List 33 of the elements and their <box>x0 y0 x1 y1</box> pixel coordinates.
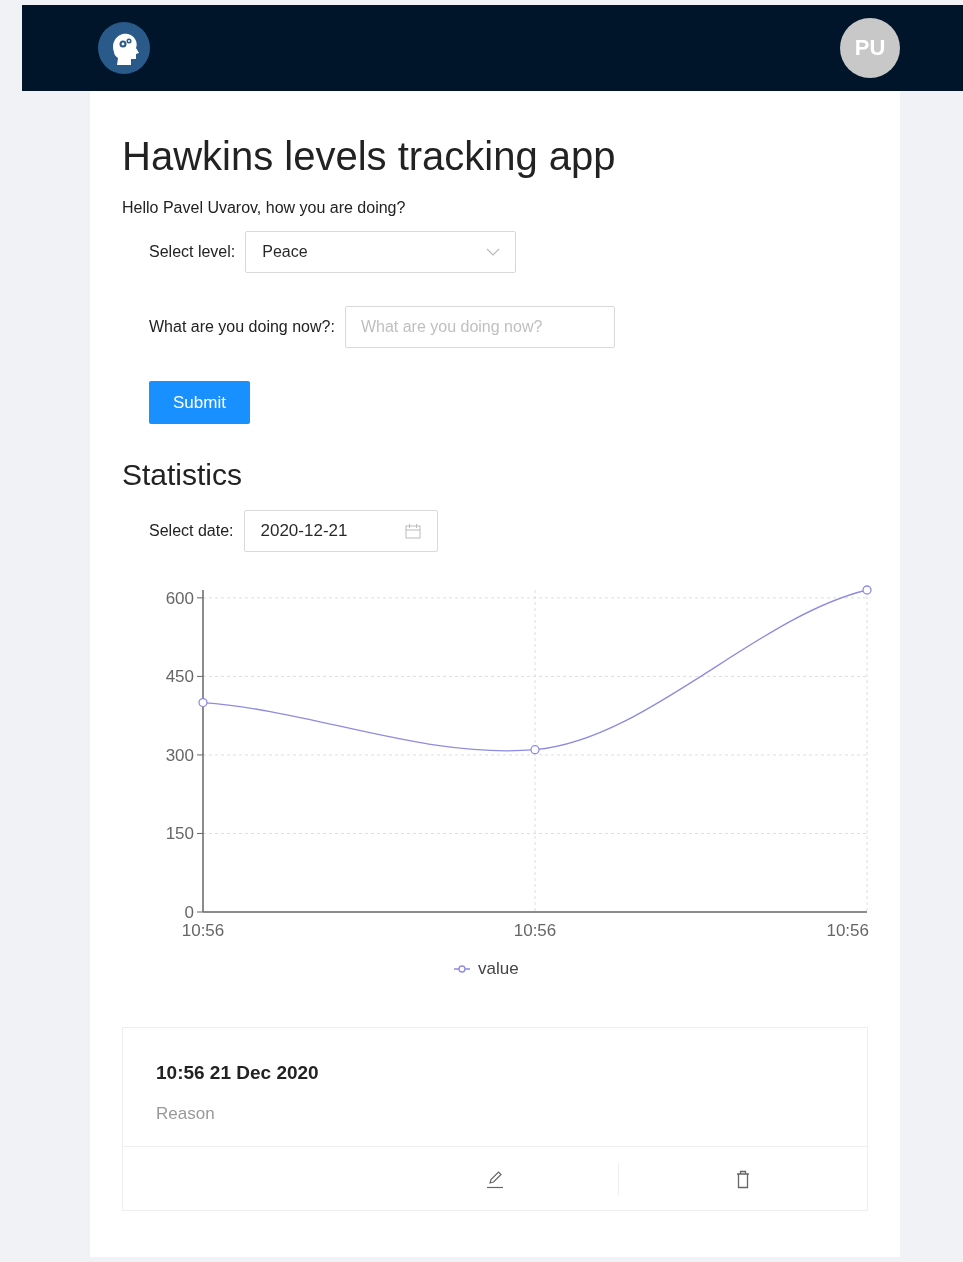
section-heading: Statistics <box>122 458 244 492</box>
x-tick-label: 10:56 <box>181 921 225 940</box>
field-label: What are you doing now?: <box>149 318 335 336</box>
y-tick-label: 150 <box>165 824 204 844</box>
data-point <box>530 745 540 755</box>
level-select[interactable]: Peace <box>245 231 517 273</box>
activity-input[interactable]: What are you doing now? <box>344 306 615 348</box>
legend-label: value <box>478 959 519 978</box>
y-tick-label: 450 <box>165 667 204 687</box>
data-point <box>198 697 208 708</box>
head-gears-icon[interactable] <box>98 22 150 74</box>
y-tick-label: 600 <box>165 588 204 608</box>
y-tick-label: 150 <box>165 824 194 844</box>
calendar-icon <box>404 523 421 539</box>
edit-icon[interactable] <box>484 1168 505 1189</box>
page-title: Hawkins levels tracking app <box>122 133 617 180</box>
y-tick-label: 450 <box>165 667 194 687</box>
x-tick-label: 10:56 <box>826 921 869 940</box>
y-tick-label: 0 <box>184 903 194 922</box>
date-picker[interactable]: 2020-12-21 <box>243 510 438 552</box>
y-tick-label: 0 <box>184 903 204 922</box>
y-tick-label: 300 <box>165 745 194 765</box>
entry-reason: Reason <box>156 1104 216 1124</box>
x-tick-label: 10:56 <box>513 921 557 940</box>
y-tick-label: 600 <box>165 588 194 608</box>
legend-marker-icon <box>453 965 471 973</box>
field-label: Select date: <box>149 522 234 540</box>
entry-time: 10:56 21 Dec 2020 <box>156 1062 320 1084</box>
chevron-down-icon <box>486 248 501 256</box>
data-point <box>862 585 872 595</box>
y-tick-label: 300 <box>165 745 204 765</box>
field-label: Select level: <box>149 243 236 261</box>
greeting-text: Hello Pavel Uvarov, how you are doing? <box>122 199 407 217</box>
